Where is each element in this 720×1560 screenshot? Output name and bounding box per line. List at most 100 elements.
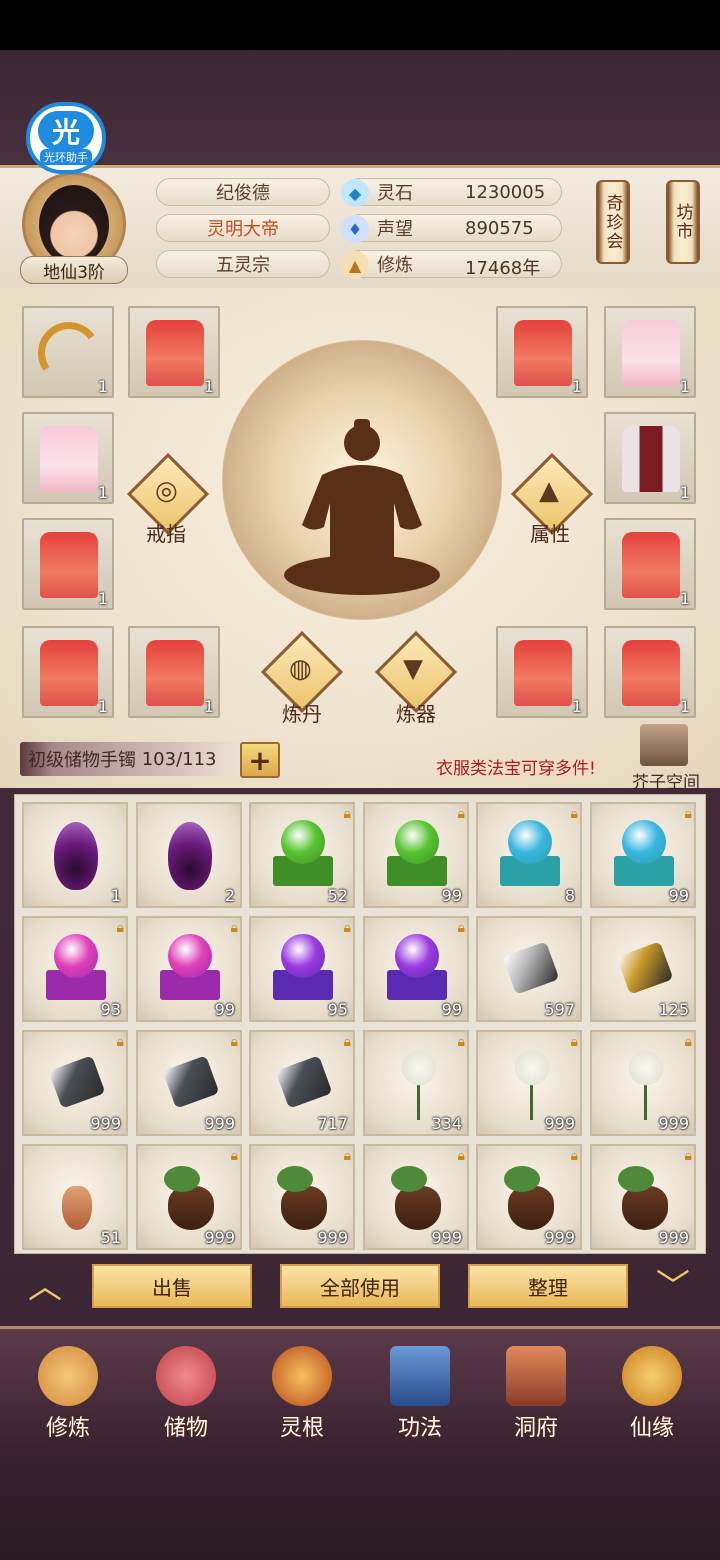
nav-cave-dwelling[interactable]: 洞府 (486, 1330, 586, 1448)
inventory-slot[interactable]: 1 (22, 802, 128, 908)
spirit-root-icon (272, 1346, 332, 1406)
expand-storage-button[interactable]: + (240, 742, 280, 778)
inventory-slot[interactable]: 🔒︎ 999 (136, 1030, 242, 1136)
nav-label: 功法 (397, 1416, 442, 1441)
equip-slot[interactable]: 1 (604, 626, 696, 718)
cultivate-icon (38, 1346, 98, 1406)
inventory-slot[interactable]: 597 (476, 916, 582, 1022)
leaf (504, 1166, 540, 1192)
equip-slot[interactable]: 1 (22, 518, 114, 610)
nav-storage[interactable]: 储物 (136, 1330, 236, 1448)
nav-immortal-fate[interactable]: 仙缘 (602, 1330, 702, 1448)
equip-slot[interactable]: 1 (128, 626, 220, 718)
nav-techniques[interactable]: 功法 (370, 1330, 470, 1448)
lock-icon: 🔒︎ (343, 920, 351, 936)
inventory-slot[interactable]: 🔒︎ 999 (136, 1144, 242, 1250)
inventory-slot[interactable]: 🔒︎ 93 (22, 916, 128, 1022)
equip-slot[interactable]: 1 (604, 412, 696, 504)
inventory-slot[interactable]: 2 (136, 802, 242, 908)
slot-count: 1 (203, 697, 214, 716)
stat-label: 修炼 (377, 255, 413, 276)
equip-slot[interactable]: 1 (496, 306, 588, 398)
inventory-slot[interactable]: 🔒︎ 8 (476, 802, 582, 908)
forge-button[interactable]: ▼ 炼器 (374, 630, 458, 726)
page-down-arrow-icon[interactable]: ﹀ (650, 1267, 696, 1307)
inventory-slot[interactable]: 🔒︎ 999 (363, 1144, 469, 1250)
treasure-fair-button[interactable]: 奇珍会 (596, 180, 630, 264)
item-count: 2 (224, 886, 235, 905)
sell-button[interactable]: 出售 (92, 1264, 252, 1308)
inventory-slot[interactable]: 51 (22, 1144, 128, 1250)
realm-badge: 地仙3阶 (20, 256, 128, 284)
lock-icon: 🔒︎ (343, 1148, 351, 1164)
item-count: 999 (544, 1114, 575, 1133)
white-flower-icon (626, 1048, 666, 1088)
pink-robe-icon (40, 426, 98, 492)
item-count: 1 (110, 886, 121, 905)
inventory-slot[interactable]: 🔒︎ 99 (363, 916, 469, 1022)
mustard-space-label[interactable]: 芥子空间 (632, 768, 700, 793)
page-up-arrow-icon[interactable]: ︿ (22, 1267, 68, 1307)
alchemy-button[interactable]: ◍ 炼丹 (260, 630, 344, 726)
nav-cultivate[interactable]: 修炼 (18, 1330, 118, 1448)
alchemy-label: 炼丹 (282, 702, 322, 726)
chest-icon[interactable] (640, 724, 688, 766)
helper-overlay-button[interactable]: 光 光环助手 (26, 102, 106, 174)
ore-icon (502, 941, 560, 995)
helper-label: 光环助手 (40, 149, 92, 165)
inventory-slot[interactable]: 🔒︎ 999 (249, 1144, 355, 1250)
lock-icon: 🔒︎ (570, 806, 578, 822)
red-robe-icon (622, 532, 680, 598)
inventory-slot[interactable]: 🔒︎ 334 (363, 1030, 469, 1136)
inventory-slot[interactable]: 🔒︎ 99 (590, 802, 696, 908)
equip-slot[interactable]: 1 (22, 412, 114, 504)
sort-button[interactable]: 整理 (468, 1264, 628, 1308)
market-button[interactable]: 坊市 (666, 180, 700, 264)
attributes-button[interactable]: ▲ 属性 (510, 452, 594, 546)
lock-icon: 🔒︎ (570, 1148, 578, 1164)
ring-label: 戒指 (146, 522, 186, 546)
stem (530, 1084, 533, 1120)
equip-hint: 衣服类法宝可穿多件! (436, 759, 596, 779)
bottom-margin (0, 1448, 720, 1560)
equip-slot[interactable]: 1 (22, 626, 114, 718)
spirit-orb-icon (281, 934, 325, 978)
book-icon (390, 1346, 450, 1406)
ring-button[interactable]: ◎ 戒指 (126, 452, 210, 546)
inventory-slot[interactable]: 🔒︎ 999 (22, 1030, 128, 1136)
inventory-slot[interactable]: 🔒︎ 999 (476, 1144, 582, 1250)
nav-label: 修炼 (45, 1416, 90, 1441)
item-count: 999 (90, 1114, 121, 1133)
equip-slot-bow[interactable]: 1 (22, 306, 114, 398)
equip-slot[interactable]: 1 (128, 306, 220, 398)
equip-slot[interactable]: 1 (604, 306, 696, 398)
nav-spirit-root[interactable]: 灵根 (252, 1330, 352, 1448)
inventory-slot[interactable]: 🔒︎ 99 (363, 802, 469, 908)
slot-count: 1 (679, 483, 690, 502)
item-count: 999 (204, 1228, 235, 1247)
leaf (164, 1166, 200, 1192)
item-count: 8 (564, 886, 575, 905)
inventory-slot[interactable]: 🔒︎ 717 (249, 1030, 355, 1136)
stat-value: 890575 (465, 218, 534, 239)
item-count: 99 (441, 886, 462, 905)
inventory-slot[interactable]: 🔒︎ 99 (136, 916, 242, 1022)
item-count: 999 (544, 1228, 575, 1247)
inventory-slot[interactable]: 🔒︎ 52 (249, 802, 355, 908)
stat-value: 1230005 (465, 182, 546, 203)
lock-icon: 🔒︎ (116, 1034, 124, 1050)
inventory-slot[interactable]: 🔒︎ 999 (590, 1144, 696, 1250)
use-all-button[interactable]: 全部使用 (280, 1264, 440, 1308)
player-sect: 五灵宗 (156, 250, 330, 278)
meditating-figure-icon (284, 419, 440, 595)
inventory-slot[interactable]: 125 (590, 916, 696, 1022)
player-title[interactable]: 灵明大帝 (156, 214, 330, 242)
inventory-slot[interactable]: 🔒︎ 95 (249, 916, 355, 1022)
inventory-slot[interactable]: 🔒︎ 999 (476, 1030, 582, 1136)
equip-slot[interactable]: 1 (496, 626, 588, 718)
inventory-slot[interactable]: 🔒︎ 999 (590, 1030, 696, 1136)
equip-slot[interactable]: 1 (604, 518, 696, 610)
slot-count: 1 (679, 697, 690, 716)
item-count: 999 (658, 1114, 689, 1133)
stat-label: 声望 (377, 219, 413, 240)
